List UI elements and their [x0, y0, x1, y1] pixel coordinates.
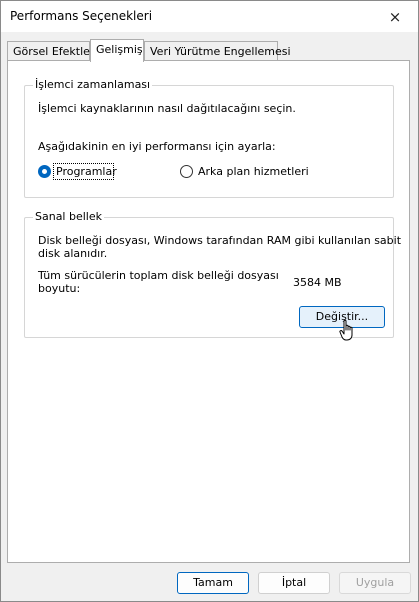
- performance-prompt: Aşağıdakinin en iyi performansı için aya…: [38, 140, 276, 153]
- radio-background-services-label[interactable]: Arka plan hizmetleri: [198, 165, 309, 178]
- hand-cursor-icon: [339, 319, 353, 341]
- tab-label: Gelişmiş: [96, 43, 143, 56]
- virtual-memory-description-line2: disk alanıdır.: [38, 247, 108, 260]
- total-paging-label-line2: boyutu:: [38, 282, 81, 295]
- tab-advanced[interactable]: Gelişmiş: [90, 39, 144, 62]
- cancel-button-label: İptal: [281, 576, 307, 589]
- virtual-memory-legend: Sanal bellek: [33, 210, 104, 223]
- tab-visual-effects[interactable]: Görsel Efektler: [7, 41, 94, 60]
- apply-button-label: Uygula: [355, 576, 395, 589]
- virtual-memory-description-line1: Disk belleği dosyası, Windows tarafından…: [38, 234, 402, 247]
- processor-scheduling-legend: İşlemci zamanlaması: [33, 78, 153, 91]
- tab-data-execution-prevention[interactable]: Veri Yürütme Engellemesi: [144, 41, 291, 60]
- processor-scheduling-description: İşlemci kaynaklarının nasıl dağıtılacağı…: [38, 102, 296, 115]
- performance-options-dialog: Performans Seçenekleri × Görsel Efektler…: [0, 0, 419, 602]
- close-icon: ×: [388, 7, 402, 26]
- close-button[interactable]: ×: [372, 1, 418, 32]
- total-paging-label-line1: Tüm sürücülerin toplam disk belleği dosy…: [38, 269, 279, 282]
- ok-button-label: Tamam: [193, 576, 233, 589]
- total-paging-value: 3584 MB: [293, 276, 342, 289]
- radio-indicator[interactable]: [180, 165, 193, 178]
- ok-button[interactable]: Tamam: [177, 572, 249, 594]
- processor-scheduling-group: İşlemci zamanlaması İşlemci kaynaklarını…: [24, 78, 394, 198]
- apply-button[interactable]: Uygula: [339, 572, 411, 594]
- tab-label: Veri Yürütme Engellemesi: [150, 45, 291, 58]
- cancel-button[interactable]: İptal: [258, 572, 330, 594]
- tab-label: Görsel Efektler: [13, 45, 95, 58]
- radio-programs-label[interactable]: Programlar: [56, 165, 117, 178]
- title-bar: Performans Seçenekleri ×: [1, 1, 418, 32]
- radio-indicator[interactable]: [38, 165, 51, 178]
- window-title: Performans Seçenekleri: [10, 9, 153, 23]
- advanced-panel: İşlemci zamanlaması İşlemci kaynaklarını…: [7, 60, 410, 563]
